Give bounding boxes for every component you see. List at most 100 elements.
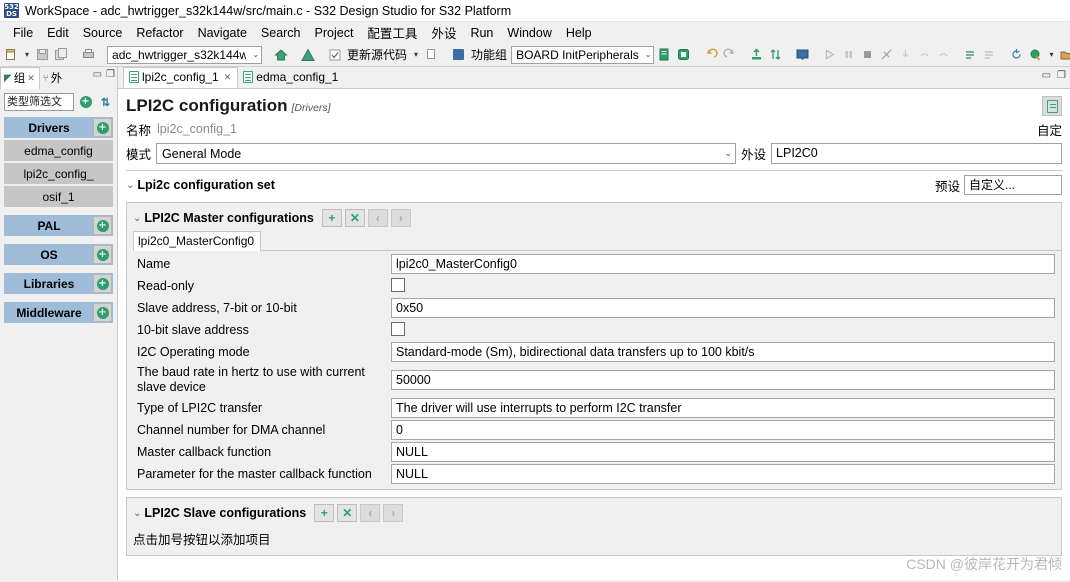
master-prev-button[interactable]: ‹	[367, 209, 388, 227]
menu-edit[interactable]: Edit	[40, 24, 76, 42]
open-documentation-button[interactable]	[1042, 96, 1062, 116]
minimize-icon[interactable]: ▭	[93, 69, 102, 80]
slave-prev-button[interactable]: ‹	[360, 504, 381, 522]
group-os-add-button[interactable]: +	[93, 245, 112, 264]
component-edma-config[interactable]: edma_config	[4, 140, 113, 161]
menu-config-tools[interactable]: 配置工具	[360, 21, 424, 44]
menu-project[interactable]: Project	[308, 24, 361, 42]
generate-code-icon[interactable]	[656, 46, 673, 63]
add-component-button[interactable]: +	[77, 94, 94, 111]
update-source-caret[interactable]: ▾	[411, 50, 421, 59]
run-icon[interactable]	[821, 46, 838, 63]
step-into-icon[interactable]	[897, 46, 914, 63]
step-over-icon[interactable]	[916, 46, 933, 63]
preset-value[interactable]: 自定义...	[964, 175, 1062, 195]
chevron-down-icon-slave[interactable]: ⌄	[133, 508, 141, 519]
filter-stepping-icon[interactable]	[981, 46, 998, 63]
menu-file[interactable]: File	[6, 24, 40, 42]
master-title-wrap[interactable]: ⌄ LPI2C Master configurations	[133, 211, 314, 225]
print-icon[interactable]	[80, 46, 97, 63]
save-icon[interactable]	[34, 46, 51, 63]
update-source-icon[interactable]	[326, 46, 343, 63]
group-libraries[interactable]: Libraries +	[4, 273, 113, 294]
menu-refactor[interactable]: Refactor	[129, 24, 190, 42]
close-icon[interactable]: ✕	[27, 73, 35, 84]
update-source-label[interactable]: 更新源代码	[345, 46, 409, 63]
slave-next-button[interactable]: ›	[383, 504, 404, 522]
home-icon[interactable]	[272, 46, 289, 63]
group-drivers[interactable]: Drivers +	[4, 117, 113, 138]
step-return-icon[interactable]	[935, 46, 952, 63]
tab-edma-config-1[interactable]: edma_config_1	[238, 67, 344, 88]
type-filter-input[interactable]: 类型筛选文	[4, 93, 74, 111]
slave-title-wrap[interactable]: ⌄ LPI2C Slave configurations	[133, 506, 306, 520]
field-input-slave-address[interactable]: 0x50	[391, 298, 1055, 318]
undo-icon[interactable]	[702, 46, 719, 63]
redo-icon[interactable]	[721, 46, 738, 63]
menu-source[interactable]: Source	[76, 24, 130, 42]
mode-select[interactable]: General Mode ⌄	[156, 143, 737, 164]
slave-add-button[interactable]: +	[314, 504, 335, 522]
warning-icon[interactable]	[299, 46, 316, 63]
chevron-down-icon-master[interactable]: ⌄	[133, 213, 141, 224]
field-input-master-callback[interactable]: NULL	[391, 442, 1055, 462]
group-pal[interactable]: PAL +	[4, 215, 113, 236]
field-checkbox-read-only[interactable]	[391, 277, 405, 292]
close-icon-editor-tab[interactable]: ✕	[224, 72, 232, 83]
group-middleware[interactable]: Middleware +	[4, 302, 113, 323]
editor-minimize-icon[interactable]: ▭	[1042, 70, 1051, 81]
export-icon[interactable]	[748, 46, 765, 63]
menu-search[interactable]: Search	[254, 24, 308, 42]
open-perspective-icon[interactable]	[1059, 46, 1070, 63]
board-config-combo[interactable]: BOARD InitPeripherals ⌄	[511, 45, 655, 64]
menu-run[interactable]: Run	[463, 24, 500, 42]
menu-peripherals[interactable]: 外设	[424, 21, 463, 44]
field-checkbox-10bit-slave-address[interactable]	[391, 321, 405, 336]
refresh-icon[interactable]	[1008, 46, 1025, 63]
component-lpi2c-config[interactable]: lpi2c_config_	[4, 163, 113, 184]
group-middleware-add-button[interactable]: +	[93, 303, 112, 322]
peripherals-view-icon[interactable]	[675, 46, 692, 63]
editor-maximize-icon[interactable]: ❐	[1057, 70, 1066, 81]
new-dropdown-caret[interactable]: ▾	[22, 50, 32, 59]
master-remove-button[interactable]: ✕	[344, 209, 365, 227]
tab-lpi2c-config-1[interactable]: lpi2c_config_1 ✕	[123, 67, 239, 88]
sort-toggle-icon[interactable]	[767, 46, 784, 63]
slave-remove-button[interactable]: ✕	[337, 504, 358, 522]
save-all-icon[interactable]	[53, 46, 70, 63]
pause-icon[interactable]	[840, 46, 857, 63]
debug-icon[interactable]	[1027, 46, 1044, 63]
config-set-title-wrap[interactable]: ⌄ Lpi2c configuration set	[126, 178, 275, 192]
maximize-icon[interactable]: ❐	[106, 69, 115, 80]
field-input-callback-parameter[interactable]: NULL	[391, 464, 1055, 484]
master-next-button[interactable]: ›	[390, 209, 411, 227]
group-os[interactable]: OS +	[4, 244, 113, 265]
new-file-icon[interactable]	[3, 46, 20, 63]
group-libraries-add-button[interactable]: +	[93, 274, 112, 293]
subtab-lpi2c0-masterconfig0[interactable]: lpi2c0_MasterConfig0	[133, 231, 262, 251]
field-input-transfer-type[interactable]: The driver will use interrupts to perfor…	[391, 398, 1055, 418]
copy-icon[interactable]	[423, 46, 440, 63]
field-input-operating-mode[interactable]: Standard-mode (Sm), bidirectional data t…	[391, 342, 1055, 362]
group-pal-add-button[interactable]: +	[93, 216, 112, 235]
menu-navigate[interactable]: Navigate	[191, 24, 254, 42]
chevron-down-icon-configset[interactable]: ⌄	[126, 180, 134, 191]
peripheral-value[interactable]: LPI2C0	[771, 143, 1062, 164]
master-add-button[interactable]: +	[321, 209, 342, 227]
component-osif-1[interactable]: osif_1	[4, 186, 113, 207]
disconnect-icon[interactable]	[878, 46, 895, 63]
project-selector-combo[interactable]: adc_hwtrigger_s32k144w ⌄	[107, 45, 263, 64]
field-input-baud-rate[interactable]: 50000	[391, 370, 1055, 390]
function-group-icon[interactable]	[450, 46, 467, 63]
field-input-name[interactable]: lpi2c0_MasterConfig0	[391, 254, 1055, 274]
name-value[interactable]: lpi2c_config_1	[157, 120, 1031, 139]
instruction-stepping-icon[interactable]	[962, 46, 979, 63]
tab-components[interactable]: ◤ 组 ✕	[0, 67, 40, 89]
menu-window[interactable]: Window	[500, 24, 558, 42]
debug-caret-icon[interactable]: ▾	[1046, 50, 1056, 59]
group-drivers-add-button[interactable]: +	[93, 118, 112, 137]
field-input-dma-channel[interactable]: 0	[391, 420, 1055, 440]
console-icon[interactable]	[794, 46, 811, 63]
tab-peripherals-left[interactable]: ⑂ 外	[40, 68, 67, 89]
menu-help[interactable]: Help	[559, 24, 599, 42]
